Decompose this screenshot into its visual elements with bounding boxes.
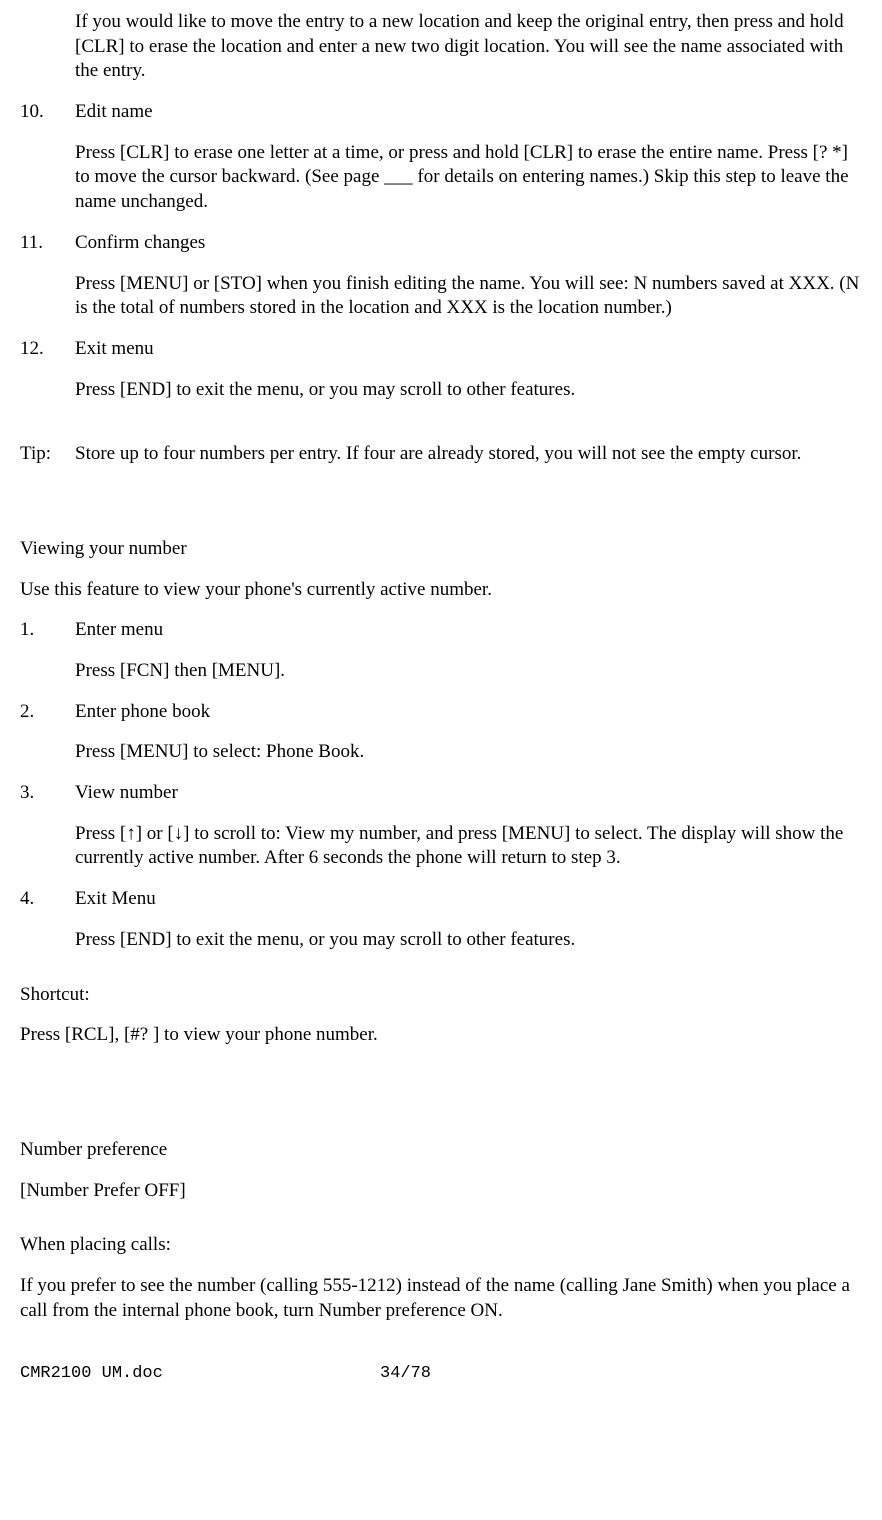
tip-body: Store up to four numbers per entry. If f… bbox=[75, 442, 862, 467]
step-10-row: 10. Edit name bbox=[20, 100, 862, 125]
v-step-1-row: 1. Enter menu bbox=[20, 618, 862, 643]
step-11-row: 11. Confirm changes bbox=[20, 231, 862, 256]
v-step-1-number: 1. bbox=[20, 618, 75, 643]
step-12-number: 12. bbox=[20, 337, 75, 362]
v-step-1-title: Enter menu bbox=[75, 618, 862, 643]
step-12-body: Press [END] to exit the menu, or you may… bbox=[75, 378, 862, 403]
numpref-title: Number preference bbox=[20, 1138, 862, 1163]
step-11-body: Press [MENU] or [STO] when you finish ed… bbox=[75, 272, 862, 321]
v-step-2-number: 2. bbox=[20, 700, 75, 725]
viewing-title: Viewing your number bbox=[20, 537, 862, 562]
step-12-row: 12. Exit menu bbox=[20, 337, 862, 362]
v-step-2-body: Press [MENU] to select: Phone Book. bbox=[75, 740, 862, 765]
shortcut-label: Shortcut: bbox=[20, 983, 862, 1008]
v-step-2-title: Enter phone book bbox=[75, 700, 862, 725]
placing-body: If you prefer to see the number (calling… bbox=[20, 1274, 862, 1323]
v-step-4-title: Exit Menu bbox=[75, 887, 862, 912]
v-step-1-body: Press [FCN] then [MENU]. bbox=[75, 659, 862, 684]
footer-page-number: 34/78 bbox=[380, 1363, 431, 1385]
v-step-3-body: Press [↑] or [↓] to scroll to: View my n… bbox=[75, 822, 862, 871]
step-10-title: Edit name bbox=[75, 100, 862, 125]
placing-title: When placing calls: bbox=[20, 1233, 862, 1258]
footer: CMR2100 UM.doc 34/78 bbox=[20, 1363, 862, 1385]
shortcut-body: Press [RCL], [#? ] to view your phone nu… bbox=[20, 1023, 862, 1048]
step-11-title: Confirm changes bbox=[75, 231, 862, 256]
footer-filename: CMR2100 UM.doc bbox=[20, 1363, 380, 1385]
v-step-4-number: 4. bbox=[20, 887, 75, 912]
tip-label: Tip: bbox=[20, 442, 75, 467]
v-step-2-row: 2. Enter phone book bbox=[20, 700, 862, 725]
v-step-4-body: Press [END] to exit the menu, or you may… bbox=[75, 928, 862, 953]
intro-paragraph: If you would like to move the entry to a… bbox=[75, 10, 862, 84]
v-step-3-title: View number bbox=[75, 781, 862, 806]
viewing-intro: Use this feature to view your phone's cu… bbox=[20, 578, 862, 603]
tip-row: Tip: Store up to four numbers per entry.… bbox=[20, 442, 862, 467]
step-10-number: 10. bbox=[20, 100, 75, 125]
v-step-4-row: 4. Exit Menu bbox=[20, 887, 862, 912]
step-11-number: 11. bbox=[20, 231, 75, 256]
step-12-title: Exit menu bbox=[75, 337, 862, 362]
v-step-3-row: 3. View number bbox=[20, 781, 862, 806]
v-step-3-number: 3. bbox=[20, 781, 75, 806]
numpref-label: [Number Prefer OFF] bbox=[20, 1179, 862, 1204]
step-10-body: Press [CLR] to erase one letter at a tim… bbox=[75, 141, 862, 215]
